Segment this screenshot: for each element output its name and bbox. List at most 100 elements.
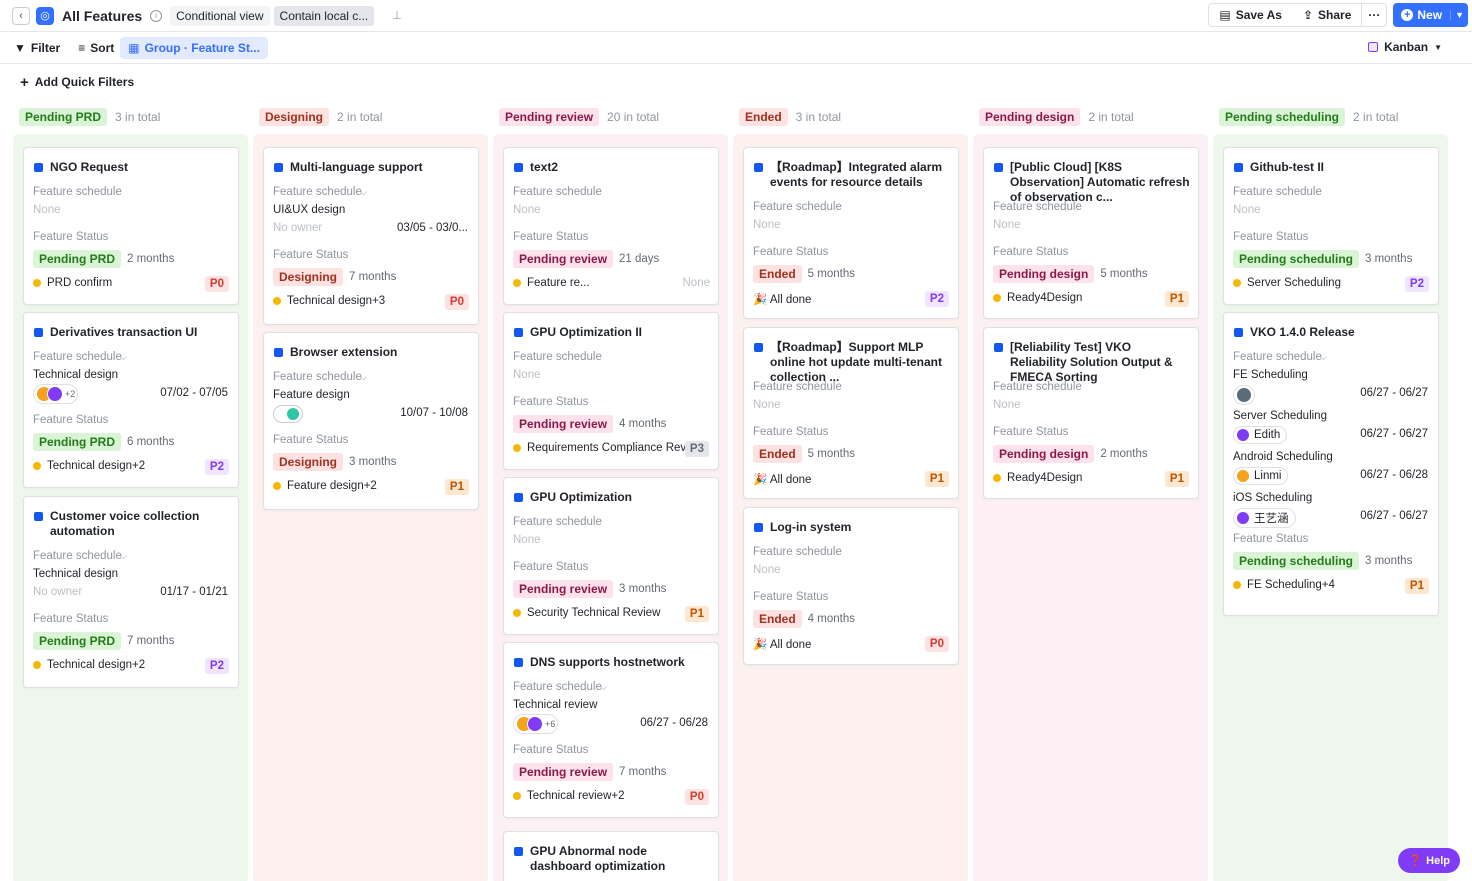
feature-card[interactable]: Multi-language support Feature schedule ⌵ U… [263,147,479,325]
pin-icon[interactable]: ⊥ [392,9,402,22]
back-button[interactable]: ‹ [12,6,30,25]
more-icon[interactable]: ··· [1361,4,1386,26]
chevron-down-icon[interactable]: ▼ [1450,10,1468,20]
status-pill[interactable]: Ended [753,610,802,628]
priority-badge[interactable]: P1 [1164,291,1189,307]
stage-name[interactable]: 🎉 All done [753,292,811,306]
feature-card[interactable]: [Public Cloud] [K8S Observation] Automat… [983,147,1199,319]
card-title[interactable]: DNS supports hostnetwork [514,655,710,670]
save-as-button[interactable]: ▤ Save As [1209,4,1292,26]
new-button[interactable]: + New ▼ [1393,3,1468,27]
filter-button[interactable]: ▼ Filter [14,41,60,55]
avatar-group[interactable]: +2 [33,384,79,404]
status-pill[interactable]: Pending review [513,580,614,598]
sort-button[interactable]: ≡ Sort [78,41,114,55]
status-pill[interactable]: Pending review [513,415,614,433]
status-pill[interactable]: Pending design [993,265,1095,283]
priority-badge[interactable]: P1 [1404,578,1429,594]
assignee[interactable]: Edith [1233,426,1288,444]
status-pill[interactable]: Pending review [513,250,614,268]
stage-name[interactable]: Technical design+2 [47,460,145,472]
view-tag-local[interactable]: Contain local c... [273,5,375,26]
feature-card[interactable]: GPU Optimization II Feature schedule None F… [503,312,719,470]
card-title[interactable]: VKO 1.4.0 Release [1234,325,1430,340]
chevron-down-icon[interactable]: ⌵ [1320,352,1327,363]
status-pill[interactable]: Pending PRD [33,632,122,650]
card-title[interactable]: GPU Optimization [514,490,710,505]
stage-name[interactable]: 🎉 All done [753,472,811,486]
priority-badge[interactable]: P2 [1404,276,1429,292]
priority-badge[interactable]: P1 [444,479,469,495]
feature-card[interactable]: Customer voice collection automation Feat… [23,496,239,688]
priority-badge[interactable]: P1 [924,471,949,487]
card-title[interactable]: Derivatives transaction UI [34,325,230,340]
view-switcher[interactable]: Kanban ▼ [1368,40,1442,54]
priority-badge[interactable]: P1 [684,606,709,622]
feature-card[interactable]: DNS supports hostnetwork Feature schedule… [503,642,719,818]
card-title[interactable]: Browser extension [274,345,470,360]
add-quick-filters[interactable]: + Add Quick Filters [0,64,1472,100]
stage-name[interactable]: Server Scheduling [1247,277,1341,289]
status-pill[interactable]: Pending review [513,763,614,781]
card-title[interactable]: GPU Optimization II [514,325,710,340]
column-status-chip[interactable]: Ended [739,108,788,126]
stage-name[interactable]: Technical review+2 [527,790,624,802]
feature-card[interactable]: Log-in system Feature schedule None Feature… [743,507,959,665]
stage-name[interactable]: Security Technical Review [527,607,660,619]
stage-name[interactable]: Requirements Compliance Review [527,442,703,454]
chevron-down-icon[interactable]: ⌵ [600,682,607,693]
stage-name[interactable]: Feature re... [527,277,590,289]
card-title[interactable]: Log-in system [754,520,950,535]
card-title[interactable]: [Public Cloud] [K8S Observation] Automat… [994,160,1190,205]
stage-name[interactable]: PRD confirm [47,277,112,289]
priority-badge[interactable]: P2 [204,658,229,674]
feature-card[interactable]: [Reliability Test] VKO Reliability Solut… [983,327,1199,499]
stage-name[interactable]: FE Scheduling+4 [1247,579,1335,591]
info-icon[interactable]: i [150,9,163,22]
card-title[interactable]: Github-test II [1234,160,1430,175]
feature-card[interactable]: Browser extension Feature schedule ⌵ Featur… [263,332,479,510]
feature-card[interactable]: Derivatives transaction UI Feature schedu… [23,312,239,488]
priority-badge[interactable]: P2 [924,291,949,307]
column-status-chip[interactable]: Pending design [979,108,1081,126]
assignee[interactable]: 王艺涵 [1233,508,1296,528]
chevron-down-icon[interactable]: ⌵ [360,372,367,383]
priority-badge[interactable]: P0 [924,636,949,652]
column-status-chip[interactable]: Pending scheduling [1219,108,1346,126]
avatar-group[interactable] [1233,385,1255,405]
chevron-down-icon[interactable]: ⌵ [120,551,127,562]
stage-name[interactable]: Ready4Design [1007,292,1082,304]
card-title[interactable]: Customer voice collection automation [34,509,230,539]
feature-card[interactable]: NGO Request Feature schedule None Feature S… [23,147,239,305]
assignee-avatar[interactable] [273,405,303,423]
stage-name[interactable]: Ready4Design [1007,472,1082,484]
card-title[interactable]: GPU Abnormal node dashboard optimization [514,844,710,874]
card-title[interactable]: NGO Request [34,160,230,175]
feature-card[interactable]: 【Roadmap】Support MLP online hot update m… [743,327,959,499]
card-title[interactable]: 【Roadmap】Integrated alarm events for res… [754,160,950,190]
stage-name[interactable]: Feature design+2 [287,480,377,492]
feature-card[interactable]: GPU Optimization Feature schedule None Feat… [503,477,719,635]
share-button[interactable]: ⇪ Share [1291,4,1361,26]
status-pill[interactable]: Pending scheduling [1233,552,1360,570]
assignee[interactable]: Linmi [1233,467,1289,485]
feature-card[interactable]: VKO 1.4.0 Release Feature schedule ⌵ FE Sch… [1223,312,1439,616]
feature-card[interactable]: 【Roadmap】Integrated alarm events for res… [743,147,959,319]
status-pill[interactable]: Pending scheduling [1233,250,1360,268]
avatar-group[interactable]: +6 [513,714,559,734]
priority-badge[interactable]: P0 [444,294,469,310]
status-pill[interactable]: Pending PRD [33,433,122,451]
chevron-down-icon[interactable]: ⌵ [120,352,127,363]
column-status-chip[interactable]: Pending PRD [19,108,108,126]
view-tag-conditional[interactable]: Conditional view [170,5,270,26]
help-button[interactable]: ❓ Help [1398,848,1460,873]
card-title[interactable]: [Reliability Test] VKO Reliability Solut… [994,340,1190,385]
status-pill[interactable]: Pending design [993,445,1095,463]
status-pill[interactable]: Designing [273,268,344,286]
priority-badge[interactable]: P0 [204,276,229,292]
status-pill[interactable]: Pending PRD [33,250,122,268]
priority-badge[interactable]: P1 [1164,471,1189,487]
priority-badge[interactable]: P3 [684,441,709,457]
card-title[interactable]: 【Roadmap】Support MLP online hot update m… [754,340,950,385]
card-title[interactable]: text2 [514,160,710,175]
